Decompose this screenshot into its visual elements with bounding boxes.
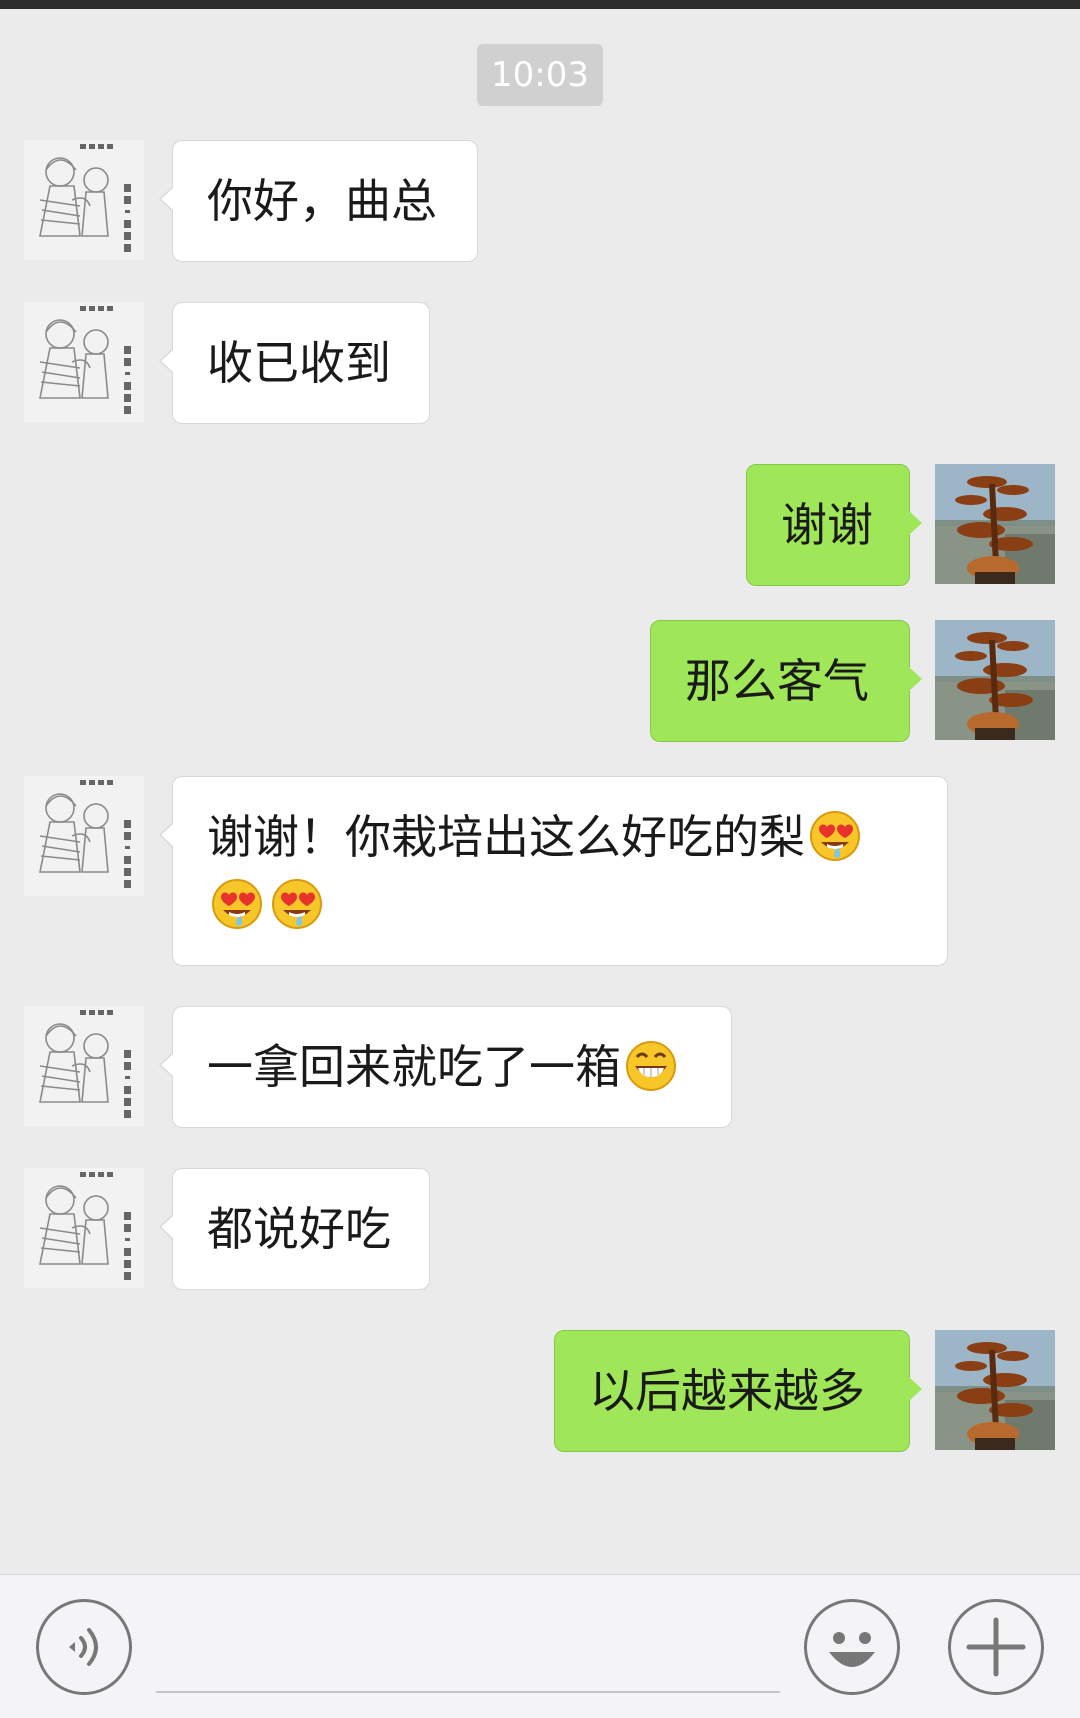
message-text: 以后越来越多 <box>589 1364 865 1418</box>
sent-message-bubble[interactable]: 以后越来越多 <box>554 1330 922 1452</box>
received-message-bubble[interactable]: 收已收到 <box>159 302 430 424</box>
received-message-bubble[interactable]: 都说好吃 <box>159 1168 430 1290</box>
message-text: 你好，曲总 <box>207 174 437 228</box>
received-message-bubble[interactable]: 谢谢！你栽培出这么好吃的梨 <box>159 776 948 966</box>
contact-avatar[interactable] <box>24 140 144 260</box>
my-avatar[interactable] <box>935 464 1055 584</box>
my-avatar[interactable] <box>935 620 1055 740</box>
emoji-button[interactable] <box>804 1599 900 1695</box>
contact-avatar[interactable] <box>24 1006 144 1126</box>
voice-button[interactable] <box>36 1599 132 1695</box>
smiley-face-icon <box>829 1632 875 1667</box>
message-text: 收已收到 <box>207 336 391 390</box>
sent-message-bubble[interactable]: 那么客气 <box>650 620 922 742</box>
more-button[interactable] <box>948 1599 1044 1695</box>
my-avatar[interactable] <box>935 1330 1055 1450</box>
message-text: 都说好吃 <box>207 1202 391 1256</box>
message-text: 谢谢！你栽培出这么好吃的梨 <box>207 810 805 864</box>
contact-avatar[interactable] <box>24 1168 144 1288</box>
status-bar <box>0 0 1080 9</box>
contact-avatar[interactable] <box>24 302 144 422</box>
chat-screen: 10:03 你好，曲总 收已收到 谢谢 那么客气 谢谢！你栽培出这么好吃的梨 一… <box>0 0 1080 1718</box>
heart-eyes-drool-emoji <box>271 878 323 930</box>
plus-icon <box>966 1617 1026 1677</box>
input-bar <box>0 1574 1080 1718</box>
contact-avatar[interactable] <box>24 776 144 896</box>
heart-eyes-drool-emoji <box>809 810 861 862</box>
message-text: 谢谢 <box>781 498 873 552</box>
received-message-bubble[interactable]: 一拿回来就吃了一箱 <box>159 1006 732 1128</box>
voice-icon <box>69 1628 98 1666</box>
sent-message-bubble[interactable]: 谢谢 <box>746 464 922 586</box>
heart-eyes-drool-emoji <box>211 878 263 930</box>
grinning-teeth-emoji <box>625 1040 677 1092</box>
message-input[interactable] <box>156 1691 780 1693</box>
timestamp-badge: 10:03 <box>477 44 603 106</box>
message-text: 一拿回来就吃了一箱 <box>207 1040 621 1094</box>
message-text: 那么客气 <box>685 654 869 708</box>
received-message-bubble[interactable]: 你好，曲总 <box>159 140 478 262</box>
